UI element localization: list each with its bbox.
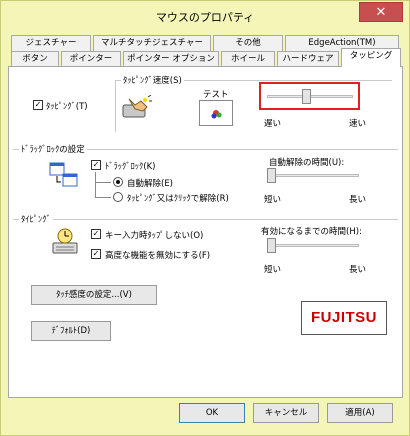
test-label: テスト [203, 90, 229, 100]
auto-release-label: 自動解除(E) [127, 179, 174, 189]
disable-advanced-label: 高度な機能を無効にする(F) [105, 251, 211, 261]
typing-time-slider-thumb[interactable] [267, 238, 276, 253]
tab-buttons[interactable]: ボタン [11, 51, 59, 67]
typing-group-label: ﾀｲﾋﾟﾝｸﾞ [19, 213, 53, 225]
drag-lock-time-slider-track[interactable] [267, 174, 359, 177]
close-button[interactable]: ✕ [359, 2, 403, 22]
tab-gesture[interactable]: ジェスチャー [11, 35, 91, 51]
hand-tap-icon [121, 94, 153, 121]
typing-long-label: 長い [349, 265, 367, 275]
drag-lock-tree-branch-2 [95, 197, 111, 198]
default-button[interactable]: ﾃﾞﾌｫﾙﾄ(D) [31, 321, 111, 341]
tab-pointer-options[interactable]: ポインター オプション [123, 51, 219, 67]
tapping-panel: ✓ ﾀｯﾋﾟﾝｸﾞ(T) ﾀｯﾋﾟﾝｸﾞ速度(S) テスト 遅い 速い ﾄﾞﾗｯ… [8, 66, 403, 398]
tab-hardware[interactable]: ハードウェア [277, 51, 339, 67]
title-bar: マウスのプロパティ ✕ [1, 1, 409, 31]
auto-release-radio[interactable] [113, 177, 123, 187]
window-title: マウスのプロパティ [155, 11, 255, 24]
drag-lock-short-label: 短い [264, 195, 282, 205]
drag-lock-checkbox-label: ﾄﾞﾗｯｸﾞﾛｯｸ(K) [105, 162, 156, 172]
speed-slow-label: 遅い [264, 119, 282, 129]
test-area[interactable] [199, 100, 233, 126]
ok-button[interactable]: OK [179, 403, 245, 423]
typing-time-label: 有効になるまでの時間(H): [261, 227, 362, 237]
drag-lock-time-label: 自動解除の時間(U): [269, 158, 345, 168]
drag-lock-time-slider-thumb[interactable] [267, 168, 276, 183]
drag-lock-tree-line [95, 172, 96, 198]
drag-lock-group-label: ﾄﾞﾗｯｸﾞﾛｯｸの設定 [19, 143, 87, 155]
tapping-checkbox-label: ﾀｯﾋﾟﾝｸﾞ(T) [46, 102, 88, 112]
tapping-speed-label: ﾀｯﾋﾟﾝｸﾞ速度(S) [121, 74, 184, 86]
tab-pointer[interactable]: ポインター [61, 51, 121, 67]
typing-group-line [13, 219, 398, 220]
typing-short-label: 短い [264, 265, 282, 275]
apply-button[interactable]: 適用(A) [327, 403, 393, 423]
tap-release-label: ﾀｯﾋﾟﾝｸﾞ又はｸﾘｯｸで解除(R) [127, 194, 229, 204]
drag-lock-icon [49, 162, 79, 188]
tab-wheel[interactable]: ホイール [221, 51, 275, 67]
typing-clock-icon [51, 227, 79, 255]
tapping-checkbox[interactable]: ✓ [33, 100, 43, 110]
tap-release-radio[interactable] [113, 192, 123, 202]
drag-lock-tree-branch-1 [95, 182, 111, 183]
typing-time-slider-track[interactable] [267, 244, 359, 247]
drag-lock-long-label: 長い [349, 195, 367, 205]
drag-lock-checkbox[interactable]: ✓ [91, 160, 101, 170]
tapping-speed-slider-thumb[interactable] [301, 89, 311, 104]
keyinput-no-tap-label: キー入力時ﾀｯﾌﾟしない(O) [105, 231, 204, 241]
tab-multitouch-gesture[interactable]: マルチタッチジェスチャー [93, 35, 211, 51]
disable-advanced-checkbox[interactable]: ✓ [91, 249, 101, 259]
touch-sensitivity-button[interactable]: ﾀｯﾁ感度の設定...(V) [31, 285, 157, 305]
cancel-button[interactable]: キャンセル [253, 403, 319, 423]
tab-tapping[interactable]: タッピング [341, 48, 401, 67]
fujitsu-logo: FUJITSU [301, 301, 387, 335]
test-balloon-icon [211, 110, 222, 119]
tab-other[interactable]: その他 [213, 35, 283, 51]
keyinput-no-tap-checkbox[interactable]: ✓ [91, 229, 101, 239]
mouse-properties-window: マウスのプロパティ ✕ ジェスチャー マルチタッチジェスチャー その他 Edge… [0, 0, 410, 436]
speed-fast-label: 速い [349, 119, 367, 129]
